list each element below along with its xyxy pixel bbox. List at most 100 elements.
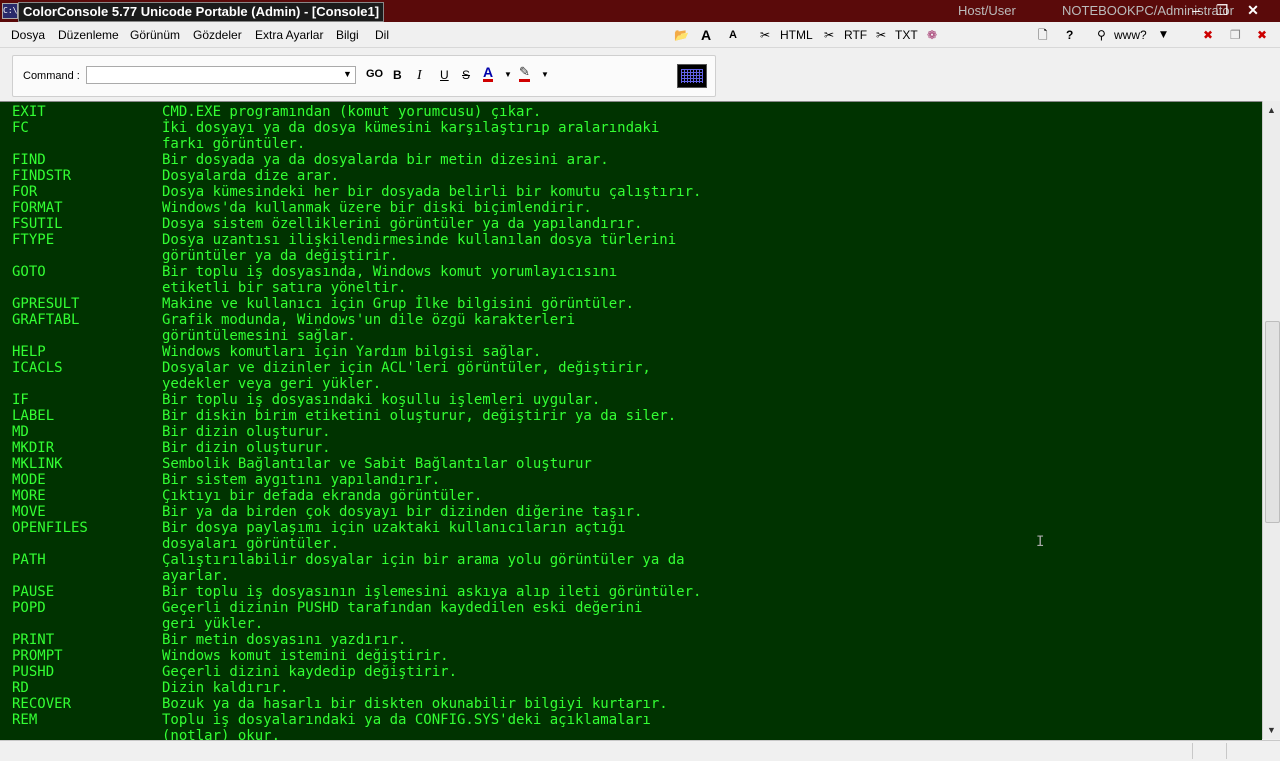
console-line: GOTO Bir toplu iş dosyasında, Windows kom…: [0, 264, 1262, 280]
close-button[interactable]: ✕: [1243, 1, 1263, 19]
command-description: Sembolik Bağlantılar ve Sabit Bağlantıla…: [162, 456, 592, 472]
highlight-pen-icon[interactable]: ✎: [519, 65, 530, 82]
go-button[interactable]: GO: [366, 68, 383, 80]
menu-gorunum[interactable]: Görünüm: [130, 28, 180, 42]
highlight-dropdown-icon[interactable]: ▼: [541, 70, 549, 79]
export-html-icon[interactable]: ✂: [760, 27, 770, 43]
command-panel: Command : ▼ GO B I U S A ▼ ✎ ▼: [12, 55, 716, 97]
status-separator: [1192, 743, 1193, 759]
console-line: RD Dizin kaldırır.: [0, 680, 1262, 696]
command-description: Dosya kümesindeki her bir dosyada belirl…: [162, 184, 702, 200]
font-bigger-button[interactable]: A: [701, 27, 711, 43]
minimize-button[interactable]: –: [1186, 1, 1206, 19]
command-name: HELP: [12, 344, 46, 360]
command-name: FOR: [12, 184, 38, 200]
new-document-icon[interactable]: 🗋: [1038, 27, 1048, 43]
command-name: FINDSTR: [12, 168, 72, 184]
italic-button[interactable]: I: [417, 68, 422, 84]
command-description: Makine ve kullanıcı için Grup İlke bilgi…: [162, 296, 635, 312]
text-color-button[interactable]: A: [483, 65, 494, 82]
console-line: PROMPT Windows komut istemini değiştirir.: [0, 648, 1262, 664]
export-txt-icon[interactable]: ✂: [876, 27, 886, 43]
console-line: MORE Çıktıyı bir defada ekranda görüntüle…: [0, 488, 1262, 504]
console-line: görüntüler ya da değiştirir.: [0, 248, 1262, 264]
command-name: LABEL: [12, 408, 55, 424]
console-line: MODE Bir sistem aygıtını yapılandırır.: [0, 472, 1262, 488]
export-html-button[interactable]: HTML: [780, 27, 813, 43]
console-line: görüntülemesini sağlar.: [0, 328, 1262, 344]
command-name: GRAFTABL: [12, 312, 80, 328]
strikethrough-button[interactable]: S: [462, 68, 470, 82]
underline-button[interactable]: U: [440, 68, 449, 82]
console-line: farkı görüntüler.: [0, 136, 1262, 152]
command-description: Bir toplu iş dosyasında, Windows komut y…: [162, 264, 618, 280]
command-description: Dosyalar ve dizinler için ACL'leri görün…: [162, 360, 651, 376]
command-name: FSUTIL: [12, 216, 63, 232]
palette-icon[interactable]: ❁: [927, 27, 937, 43]
menu-extra-ayarlar[interactable]: Extra Ayarlar: [255, 28, 323, 42]
scroll-up-icon[interactable]: ▲: [1267, 105, 1276, 115]
command-description: Bozuk ya da hasarlı bir diskten okunabil…: [162, 696, 668, 712]
menu-dosya[interactable]: Dosya: [11, 28, 45, 42]
scroll-down-icon[interactable]: ▼: [1267, 725, 1276, 735]
close-all-icon[interactable]: ✖: [1257, 27, 1267, 43]
command-name: RECOVER: [12, 696, 72, 712]
command-name: MORE: [12, 488, 46, 504]
command-description: Bir dizin oluşturur.: [162, 424, 331, 440]
command-description: Bir metin dosyasını yazdırır.: [162, 632, 407, 648]
scroll-thumb[interactable]: [1265, 321, 1280, 523]
console-line: PUSHD Geçerli dizini kaydedip değiştirir.: [0, 664, 1262, 680]
export-rtf-button[interactable]: RTF: [844, 27, 867, 43]
console-line: LABEL Bir diskin birim etiketini oluşturu…: [0, 408, 1262, 424]
console-line: FTYPE Dosya uzantısı ilişkilendirmesinde …: [0, 232, 1262, 248]
command-name: RD: [12, 680, 29, 696]
console-output[interactable]: EXIT CMD.EXE programından (komut yorumcus…: [0, 101, 1262, 740]
command-description: İki dosyayı ya da dosya kümesini karşıla…: [162, 120, 660, 136]
command-name: PRINT: [12, 632, 55, 648]
console-line: OPENFILES Bir dosya paylaşımı için uzakta…: [0, 520, 1262, 536]
menu-dil[interactable]: Dil: [375, 28, 389, 42]
command-description: Bir toplu iş dosyasının işlemesini askıy…: [162, 584, 702, 600]
console-line: ayarlar.: [0, 568, 1262, 584]
help-button[interactable]: ?: [1066, 27, 1073, 43]
restore-tab-icon[interactable]: ❐: [1230, 27, 1241, 43]
vertical-scrollbar[interactable]: ▲ ▼: [1262, 101, 1280, 739]
console-line: MD Bir dizin oluşturur.: [0, 424, 1262, 440]
menu-bilgi[interactable]: Bilgi: [336, 28, 359, 42]
console-line: FIND Bir dosyada ya da dosyalarda bir met…: [0, 152, 1262, 168]
open-folder-icon[interactable]: 📂: [674, 27, 689, 43]
command-description: Dosya sistem özelliklerini görüntüler ya…: [162, 216, 643, 232]
font-smaller-button[interactable]: A: [729, 27, 737, 43]
command-dropdown-icon[interactable]: ▼: [343, 69, 352, 79]
console-line: HELP Windows komutları için Yardım bilgis…: [0, 344, 1262, 360]
command-description: Bir dizin oluşturur.: [162, 440, 331, 456]
text-color-dropdown-icon[interactable]: ▼: [504, 70, 512, 79]
console-app-icon[interactable]: C:\: [2, 3, 18, 19]
bold-button[interactable]: B: [393, 68, 402, 82]
maximize-button[interactable]: ❐: [1212, 1, 1232, 19]
command-input[interactable]: [86, 66, 356, 84]
export-rtf-icon[interactable]: ✂: [824, 27, 834, 43]
www-dropdown-icon[interactable]: ▼: [1160, 27, 1167, 43]
command-description: Bir dosya paylaşımı için uzaktaki kullan…: [162, 520, 626, 536]
command-description: dosyaları görüntüler.: [162, 536, 340, 552]
command-name: OPENFILES: [12, 520, 88, 536]
console-preview-icon[interactable]: [677, 64, 707, 88]
host-user-label: Host/User: [958, 3, 1016, 18]
menu-gozdeler[interactable]: Gözdeler: [193, 28, 242, 42]
www-button[interactable]: www?: [1114, 27, 1147, 43]
close-tab-icon[interactable]: ✖: [1203, 27, 1213, 43]
command-name: FORMAT: [12, 200, 63, 216]
menu-duzenleme[interactable]: Düzenleme: [58, 28, 119, 42]
command-description: geri yükler.: [162, 616, 264, 632]
console-line: EXIT CMD.EXE programından (komut yorumcus…: [0, 104, 1262, 120]
menu-bar: Dosya Düzenleme Görünüm Gözdeler Extra A…: [0, 22, 1280, 48]
console-line: FSUTIL Dosya sistem özelliklerini görüntü…: [0, 216, 1262, 232]
export-txt-button[interactable]: TXT: [895, 27, 918, 43]
command-name: MKLINK: [12, 456, 63, 472]
command-description: CMD.EXE programından (komut yorumcusu) ç…: [162, 104, 542, 120]
console-line: PAUSE Bir toplu iş dosyasının işlemesini …: [0, 584, 1262, 600]
command-description: ayarlar.: [162, 568, 230, 584]
console-line: MKLINK Sembolik Bağlantılar ve Sabit Bağl…: [0, 456, 1262, 472]
command-name: MODE: [12, 472, 46, 488]
